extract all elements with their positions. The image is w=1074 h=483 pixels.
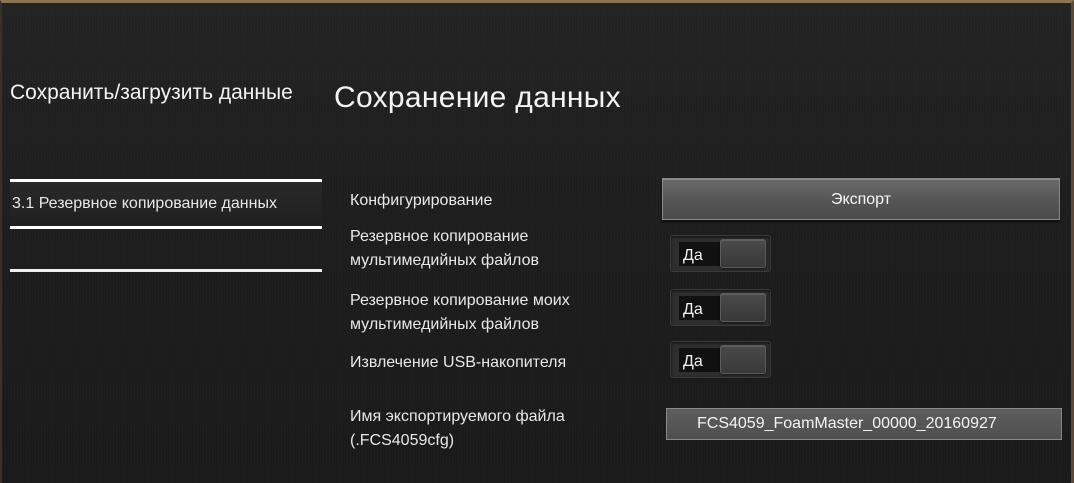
toggle-knob (720, 293, 766, 322)
sidebar-divider (10, 269, 322, 272)
settings-screen: Сохранить/загрузить данные Сохранение да… (0, 0, 1074, 483)
export-filename-label: Имя экспортируемого файла (.FCS4059cfg) (350, 408, 565, 449)
export-button[interactable]: Экспорт (662, 178, 1060, 220)
my-media-backup-toggle[interactable]: Да (670, 289, 771, 326)
usb-eject-toggle[interactable]: Да (670, 341, 771, 378)
export-filename-field[interactable]: FCS4059_FoamMaster_00000_20160927 (666, 408, 1062, 440)
sidebar-item-data-backup[interactable]: 3.1 Резервное копирование данных (10, 179, 322, 229)
usb-eject-label: Извлечение USB-накопителя (350, 354, 567, 371)
toggle-knob (720, 345, 766, 374)
my-media-backup-label: Резервное копирование моих мультимедийны… (350, 292, 570, 333)
config-label: Конфигурирование (350, 192, 493, 209)
sidebar-item-label: 3.1 Резервное копирование данных (10, 182, 322, 226)
toggle-knob (720, 239, 766, 268)
media-backup-label: Резервное копирование мультимедийных фай… (350, 228, 539, 269)
media-backup-toggle[interactable]: Да (670, 235, 771, 272)
toggle-value: Да (679, 296, 721, 320)
page-title: Сохранение данных (334, 81, 621, 114)
toggle-value: Да (679, 348, 721, 372)
toggle-value: Да (679, 242, 721, 266)
sidebar-title: Сохранить/загрузить данные (10, 81, 293, 104)
